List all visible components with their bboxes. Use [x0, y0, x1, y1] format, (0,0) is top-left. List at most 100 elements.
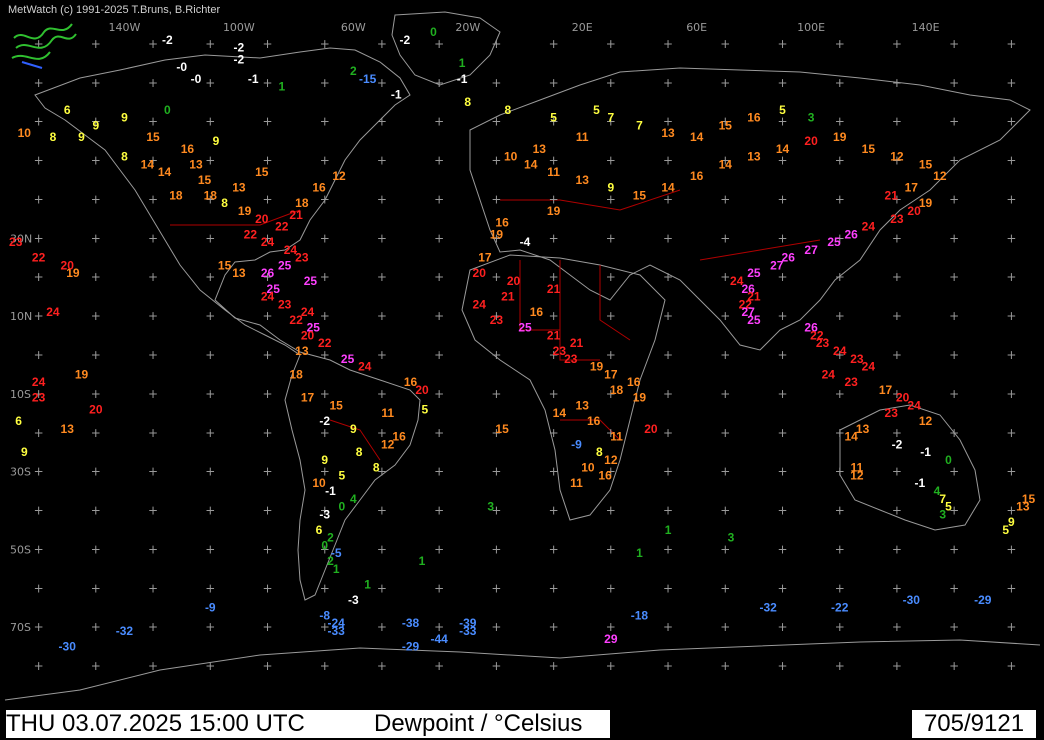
dewpoint-value: 13 — [1016, 500, 1030, 514]
parameter-label: Dewpoint / °Celsius — [374, 710, 583, 737]
grid-marker: + — [777, 504, 787, 518]
dewpoint-value: 9 — [350, 422, 357, 436]
grid-marker: + — [777, 309, 787, 323]
grid-marker: + — [549, 581, 559, 595]
dewpoint-value: 15 — [255, 165, 269, 179]
grid-marker: + — [663, 270, 673, 284]
dewpoint-value: 9 — [21, 445, 28, 459]
grid-marker: + — [491, 348, 501, 362]
grid-marker: + — [91, 620, 101, 634]
grid-marker: + — [205, 115, 215, 129]
dewpoint-value: 0 — [945, 453, 952, 467]
grid-marker: + — [434, 115, 444, 129]
grid-marker: + — [606, 581, 616, 595]
dewpoint-value: 6 — [316, 523, 323, 537]
dewpoint-value: 23 — [278, 297, 292, 311]
dewpoint-value: -29 — [974, 593, 992, 607]
dewpoint-value: 24 — [822, 367, 836, 381]
grid-marker: + — [320, 270, 330, 284]
grid-marker: + — [34, 115, 44, 129]
grid-marker: + — [148, 348, 158, 362]
grid-marker: + — [549, 37, 559, 51]
grid-marker: + — [892, 76, 902, 90]
dewpoint-value: 18 — [295, 196, 309, 210]
latitude-label: 30S — [10, 466, 31, 479]
dewpoint-value: 16 — [392, 430, 406, 444]
dewpoint-value: 16 — [312, 181, 326, 195]
dewpoint-value: 17 — [879, 383, 893, 397]
dewpoint-value: 0 — [321, 538, 328, 552]
dewpoint-value: 15 — [198, 173, 212, 187]
dewpoint-value: -38 — [402, 616, 420, 630]
grid-marker: + — [434, 231, 444, 245]
dewpoint-value: 14 — [158, 165, 172, 179]
grid-marker: + — [91, 348, 101, 362]
grid-marker: + — [262, 620, 272, 634]
grid-marker: + — [34, 231, 44, 245]
grid-marker: + — [663, 348, 673, 362]
grid-marker: + — [320, 309, 330, 323]
grid-marker: + — [606, 270, 616, 284]
grid-marker: + — [720, 504, 730, 518]
grid-marker: + — [949, 426, 959, 440]
grid-marker: + — [949, 76, 959, 90]
dewpoint-value: 1 — [636, 546, 643, 560]
grid-marker: + — [320, 581, 330, 595]
dewpoint-value: 3 — [728, 531, 735, 545]
grid-marker: + — [148, 581, 158, 595]
grid-marker: + — [91, 581, 101, 595]
grid-marker: + — [262, 309, 272, 323]
dewpoint-value: 13 — [189, 157, 203, 171]
grid-marker: + — [262, 76, 272, 90]
grid-marker: + — [835, 270, 845, 284]
grid-marker: + — [434, 309, 444, 323]
grid-marker: + — [491, 270, 501, 284]
grid-marker: + — [892, 659, 902, 673]
dewpoint-value: 12 — [933, 169, 947, 183]
grid-marker: + — [892, 270, 902, 284]
grid-marker: + — [205, 231, 215, 245]
dewpoint-value: 14 — [524, 157, 538, 171]
dewpoint-value: 20 — [415, 383, 429, 397]
grid-marker: + — [262, 348, 272, 362]
grid-marker: + — [377, 387, 387, 401]
latitude-label: 50S — [10, 543, 31, 556]
dewpoint-value: -4 — [520, 235, 531, 249]
dewpoint-value: 2 — [350, 64, 357, 78]
grid-marker: + — [777, 542, 787, 556]
grid-marker: + — [549, 387, 559, 401]
dewpoint-value: 21 — [570, 336, 584, 350]
grid-marker: + — [148, 115, 158, 129]
dewpoint-value: 8 — [221, 196, 228, 210]
grid-marker: + — [949, 348, 959, 362]
dewpoint-value: 23 — [9, 235, 23, 249]
dewpoint-value: 23 — [295, 251, 309, 265]
dewpoint-value: 19 — [238, 204, 252, 218]
dewpoint-value: 2 — [327, 531, 334, 545]
grid-marker: + — [205, 270, 215, 284]
grid-marker: + — [835, 76, 845, 90]
dewpoint-value: 15 — [919, 157, 933, 171]
dewpoint-value: -29 — [402, 640, 420, 654]
grid-marker: + — [892, 231, 902, 245]
dewpoint-value: 5 — [550, 111, 557, 125]
grid-marker: + — [262, 504, 272, 518]
grid-marker: + — [491, 37, 501, 51]
grid-marker: + — [835, 37, 845, 51]
grid-marker: + — [1006, 581, 1016, 595]
grid-marker: + — [377, 581, 387, 595]
dewpoint-value: -30 — [903, 593, 921, 607]
grid-marker: + — [262, 542, 272, 556]
dewpoint-value: -2 — [399, 33, 410, 47]
latitude-label: 10S — [10, 388, 31, 401]
grid-marker: + — [1006, 387, 1016, 401]
longitude-label: 60E — [686, 21, 707, 34]
dewpoint-value: 26 — [782, 251, 796, 265]
grid-marker: + — [720, 309, 730, 323]
grid-marker: + — [949, 581, 959, 595]
grid-marker: + — [777, 620, 787, 634]
grid-marker: + — [777, 465, 787, 479]
dewpoint-value: 11 — [570, 476, 583, 490]
grid-marker: + — [549, 231, 559, 245]
grid-marker: + — [91, 231, 101, 245]
